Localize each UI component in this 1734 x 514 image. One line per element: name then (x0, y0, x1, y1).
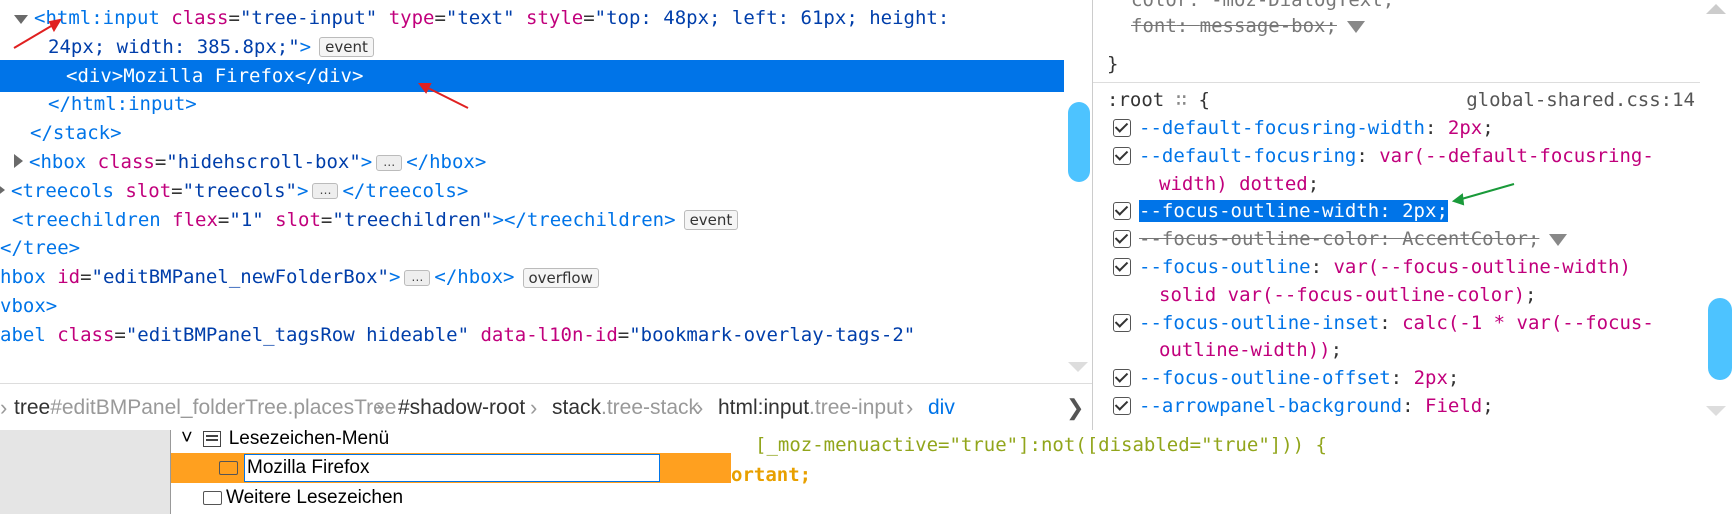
green-arrow-icon (1451, 183, 1515, 206)
annotation-arrows (13, 18, 1515, 206)
red-arrow-icon (418, 83, 469, 109)
red-arrow-icon (13, 18, 63, 49)
